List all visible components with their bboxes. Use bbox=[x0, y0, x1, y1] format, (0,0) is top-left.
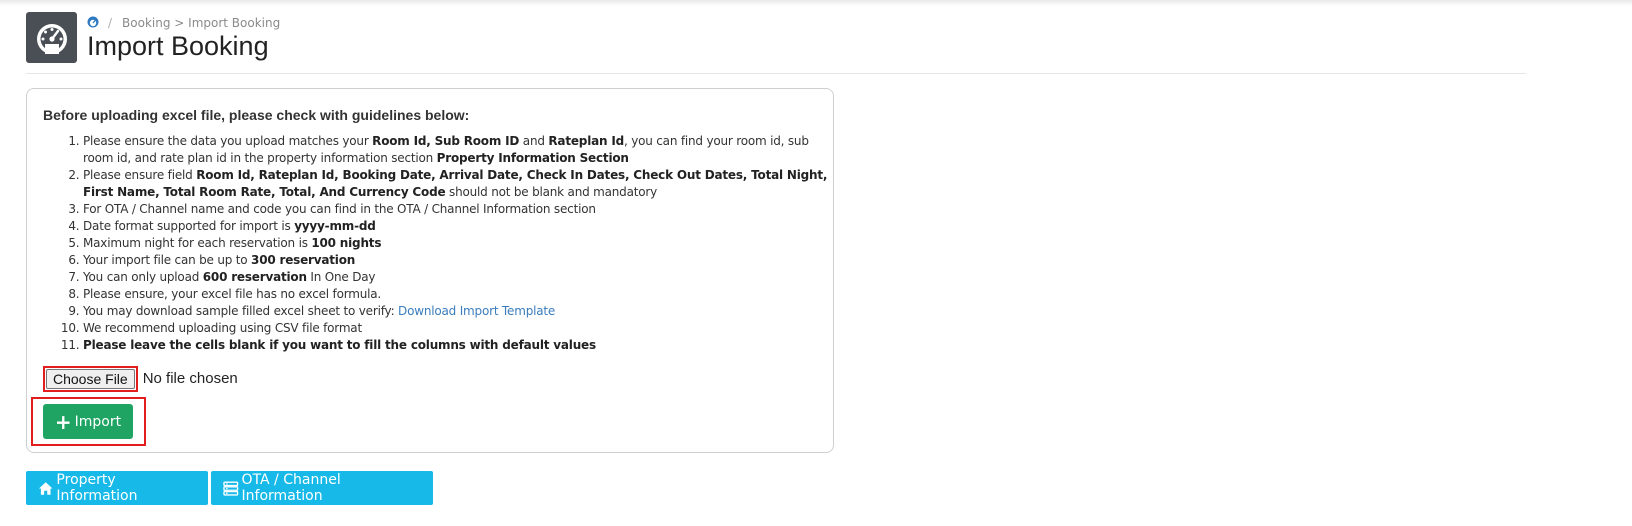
file-input-row: Choose File No file chosen bbox=[43, 365, 238, 392]
file-button-highlight: Choose File bbox=[43, 365, 138, 392]
guideline-item: Date format supported for import is yyyy… bbox=[83, 218, 833, 235]
top-shadow bbox=[0, 0, 1632, 6]
guideline-item: You may download sample filled excel she… bbox=[83, 303, 833, 320]
import-button-label: Import bbox=[74, 413, 122, 430]
file-status: No file chosen bbox=[142, 370, 238, 387]
page-title: Import Booking bbox=[87, 31, 269, 61]
import-button-highlight: + Import bbox=[31, 397, 146, 446]
server-icon bbox=[223, 481, 239, 496]
guideline-item: You can only upload 600 reservation In O… bbox=[83, 269, 833, 286]
breadcrumb-path[interactable]: Booking > Import Booking bbox=[122, 16, 280, 30]
choose-file-button[interactable]: Choose File bbox=[46, 368, 135, 389]
guideline-item: Your import file can be up to 300 reserv… bbox=[83, 252, 833, 269]
guideline-item: Please ensure field Room Id, Rateplan Id… bbox=[83, 167, 833, 201]
guidelines-list: Please ensure the data you upload matche… bbox=[43, 133, 833, 354]
page-header: / Booking > Import Booking Import Bookin… bbox=[26, 12, 1526, 74]
guidelines-panel: Before uploading excel file, please chec… bbox=[26, 88, 834, 453]
guidelines-heading: Before uploading excel file, please chec… bbox=[43, 107, 470, 123]
speedometer-icon bbox=[26, 12, 77, 63]
property-information-button[interactable]: Property Information bbox=[26, 471, 208, 505]
guideline-item: Please ensure, your excel file has no ex… bbox=[83, 286, 833, 303]
guideline-item: For OTA / Channel name and code you can … bbox=[83, 201, 833, 218]
property-information-label: Property Information bbox=[56, 472, 138, 504]
download-template-link[interactable]: Download Import Template bbox=[398, 304, 555, 318]
import-button[interactable]: + Import bbox=[43, 404, 133, 439]
ota-channel-information-button[interactable]: OTA / Channel Information bbox=[211, 471, 433, 505]
breadcrumb-separator: / bbox=[108, 16, 113, 30]
ota-channel-information-label: OTA / Channel Information bbox=[241, 472, 341, 504]
plus-icon: + bbox=[54, 409, 72, 434]
guideline-item: Maximum night for each reservation is 10… bbox=[83, 235, 833, 252]
guideline-item: Please leave the cells blank if you want… bbox=[83, 337, 833, 354]
guideline-item: Please ensure the data you upload matche… bbox=[83, 133, 833, 167]
guideline-item: We recommend uploading using CSV file fo… bbox=[83, 320, 833, 337]
home-icon bbox=[38, 481, 53, 495]
